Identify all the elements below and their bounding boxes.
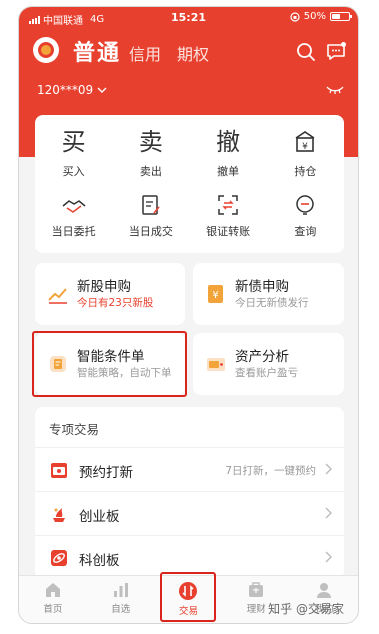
star-market-label: 科创板 xyxy=(79,553,120,569)
bond-subscribe-title: 新债申购 xyxy=(235,279,289,295)
search-icon[interactable] xyxy=(295,41,317,63)
tabbar-watchlist-label: 自选 xyxy=(111,604,131,615)
tabbar-wealth-label: 理财 xyxy=(246,604,266,615)
handshake-icon xyxy=(61,191,87,219)
bank-transfer-button[interactable]: 银证转账 xyxy=(190,191,267,239)
ipo-booking-hint: 7日打新，一键预约 xyxy=(225,465,316,477)
cancel-order-button[interactable]: 撤 撤单 xyxy=(190,125,267,179)
sell-glyph: 卖 xyxy=(138,128,163,156)
buy-label: 买入 xyxy=(62,165,85,178)
star-board-icon xyxy=(51,550,67,566)
today-deals-button[interactable]: 当日成交 xyxy=(112,191,189,239)
positions-label: 持仓 xyxy=(294,165,317,178)
asset-analysis-title: 资产分析 xyxy=(235,349,289,365)
chevron-right-icon xyxy=(325,551,332,563)
brand-logo[interactable] xyxy=(33,37,59,63)
growth-board-icon xyxy=(53,508,65,522)
sell-button[interactable]: 卖 卖出 xyxy=(112,125,189,179)
battery-percent: 50% xyxy=(303,11,326,22)
positions-button[interactable]: ¥ 持仓 xyxy=(267,125,344,179)
highlight-box-trade-tab xyxy=(160,572,216,622)
position-icon: ¥ xyxy=(292,125,318,159)
query-button[interactable]: 查询 xyxy=(267,191,344,239)
cancel-order-label: 撤单 xyxy=(217,165,240,178)
chevron-down-icon xyxy=(97,87,107,93)
hide-eye-icon[interactable] xyxy=(326,85,344,95)
message-icon[interactable] xyxy=(325,41,347,63)
calendar-icon xyxy=(51,463,67,478)
bond-icon: ¥ xyxy=(208,285,223,303)
tab-options[interactable]: 期权 xyxy=(177,41,209,65)
status-right: 50% xyxy=(290,11,352,22)
lock-rotation-icon xyxy=(290,11,300,22)
chevron-right-icon xyxy=(325,507,332,519)
tabbar-watchlist[interactable]: 自选 xyxy=(87,576,155,623)
ipo-subscribe-title: 新股申购 xyxy=(77,279,131,295)
ipo-subscribe-card[interactable]: 新股申购 今日有23只新股 xyxy=(35,263,185,325)
bag-icon xyxy=(249,582,264,597)
tabbar-home[interactable]: 首页 xyxy=(19,576,87,623)
edit-doc-icon xyxy=(140,191,162,219)
tab-normal[interactable]: 普通 xyxy=(73,35,121,67)
ipo-booking-label: 预约打新 xyxy=(79,465,133,481)
highlight-box-smart-order xyxy=(32,331,187,397)
svg-text:¥: ¥ xyxy=(212,290,218,301)
wallet-icon xyxy=(207,358,225,371)
bank-transfer-label: 银证转账 xyxy=(206,225,251,238)
buy-glyph: 买 xyxy=(61,128,86,156)
special-trading-heading: 专项交易 xyxy=(49,422,100,437)
special-trading-list: 专项交易 预约打新 7日打新，一键预约 创业板 科创板 xyxy=(35,407,344,579)
asset-analysis-subtitle: 查看账户盈亏 xyxy=(235,367,298,379)
account-selector[interactable]: 120***09 xyxy=(37,83,107,97)
ipo-subscribe-subtitle: 今日有23只新股 xyxy=(77,297,154,309)
special-row-ipo-booking[interactable]: 预约打新 7日打新，一键预约 xyxy=(35,447,344,491)
battery-icon xyxy=(330,12,352,21)
actions-primary: 买 买入 卖 卖出 撤 撤单 ¥ 持仓 xyxy=(35,125,344,179)
account-number: 120***09 xyxy=(37,83,94,97)
bond-subscribe-card[interactable]: ¥ 新债申购 今日无新债发行 xyxy=(193,263,344,325)
top-bar: 普通 信用 期权 xyxy=(19,33,358,69)
bars-icon xyxy=(113,583,128,597)
sell-label: 卖出 xyxy=(139,165,162,178)
query-label: 查询 xyxy=(294,225,317,238)
today-orders-button[interactable]: 当日委托 xyxy=(35,191,112,239)
watermark: 知乎 @交易家 xyxy=(268,602,344,616)
user-icon xyxy=(317,583,332,598)
svg-text:¥: ¥ xyxy=(303,142,309,152)
bond-subscribe-subtitle: 今日无新债发行 xyxy=(235,297,309,309)
chevron-right-icon xyxy=(325,463,332,475)
today-orders-label: 当日委托 xyxy=(51,225,96,238)
status-bar: 中国联通 4G 15:21 50% xyxy=(19,7,358,29)
tabbar-home-label: 首页 xyxy=(43,604,63,615)
special-row-chinext[interactable]: 创业板 xyxy=(35,491,344,535)
phone-frame: 中国联通 4G 15:21 50% 普通 信用 期权 120***09 买 买入… xyxy=(18,6,359,624)
transfer-icon xyxy=(216,191,240,219)
home-icon xyxy=(45,583,60,597)
chart-up-icon xyxy=(48,288,67,304)
cancel-glyph: 撤 xyxy=(216,128,241,156)
asset-analysis-card[interactable]: 资产分析 查看账户盈亏 xyxy=(193,333,344,395)
chinext-label: 创业板 xyxy=(79,509,120,525)
buy-button[interactable]: 买 买入 xyxy=(35,125,112,179)
query-icon xyxy=(293,191,317,219)
today-deals-label: 当日成交 xyxy=(128,225,173,238)
actions-secondary: 当日委托 当日成交 银证转账 查询 xyxy=(35,191,344,239)
tab-credit[interactable]: 信用 xyxy=(129,41,161,65)
actions-card: 买 买入 卖 卖出 撤 撤单 ¥ 持仓 当日委托 当日成交 银证转账 查询 xyxy=(35,115,344,253)
